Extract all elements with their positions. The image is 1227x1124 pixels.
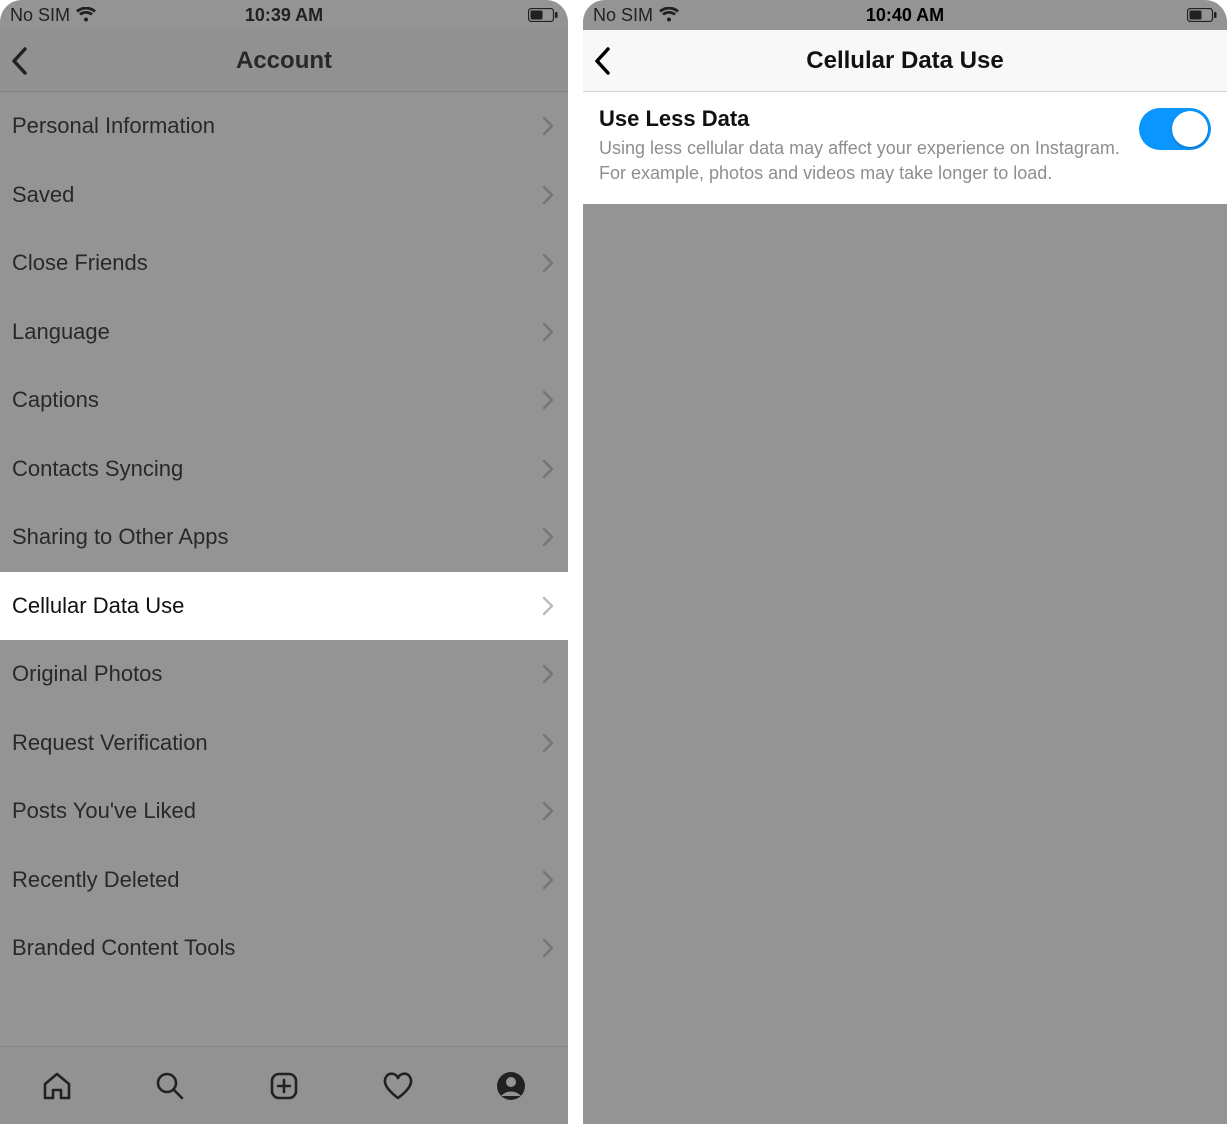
tab-activity-icon[interactable] — [380, 1068, 416, 1104]
tab-home-icon[interactable] — [39, 1068, 75, 1104]
chevron-right-icon — [542, 801, 554, 821]
tab-search-icon[interactable] — [152, 1068, 188, 1104]
wifi-icon — [659, 7, 679, 23]
carrier-label: No SIM — [10, 5, 70, 26]
row-label: Close Friends — [12, 250, 148, 276]
row-label: Contacts Syncing — [12, 456, 183, 482]
chevron-right-icon — [542, 459, 554, 479]
chevron-right-icon — [542, 596, 554, 616]
tab-profile-icon[interactable] — [493, 1068, 529, 1104]
battery-icon — [1187, 8, 1217, 22]
setting-description: Using less cellular data may affect your… — [599, 136, 1123, 186]
row-label: Captions — [12, 387, 99, 413]
wifi-icon — [76, 7, 96, 23]
row-label: Sharing to Other Apps — [12, 524, 228, 550]
chevron-right-icon — [542, 664, 554, 684]
settings-row-sharing-to-other-apps[interactable]: Sharing to Other Apps — [0, 503, 568, 572]
tab-bar — [0, 1046, 568, 1124]
chevron-right-icon — [542, 870, 554, 890]
settings-list[interactable]: Personal Information Saved Close Friends La… — [0, 92, 568, 1046]
chevron-right-icon — [542, 253, 554, 273]
status-bar: No SIM 10:39 AM — [0, 0, 568, 30]
clock-label: 10:40 AM — [866, 5, 944, 26]
settings-row-saved[interactable]: Saved — [0, 161, 568, 230]
row-label: Cellular Data Use — [12, 593, 184, 619]
settings-row-request-verification[interactable]: Request Verification — [0, 709, 568, 778]
row-label: Personal Information — [12, 113, 215, 139]
back-button[interactable] — [10, 46, 28, 76]
row-label: Original Photos — [12, 661, 162, 687]
settings-row-captions[interactable]: Captions — [0, 366, 568, 435]
settings-row-branded-content-tools[interactable]: Branded Content Tools — [0, 914, 568, 983]
settings-row-language[interactable]: Language — [0, 298, 568, 367]
phone-account-screen: No SIM 10:39 AM Account Personal Informa… — [0, 0, 568, 1124]
phone-cellular-screen: No SIM 10:40 AM Cellular Data Use Use Le… — [583, 0, 1227, 1124]
setting-title: Use Less Data — [599, 106, 1123, 132]
status-bar: No SIM 10:40 AM — [583, 0, 1227, 30]
settings-row-close-friends[interactable]: Close Friends — [0, 229, 568, 298]
chevron-right-icon — [542, 390, 554, 410]
settings-row-posts-you-ve-liked[interactable]: Posts You've Liked — [0, 777, 568, 846]
settings-row-cellular-data-use[interactable]: Cellular Data Use — [0, 572, 568, 641]
row-label: Posts You've Liked — [12, 798, 196, 824]
chevron-right-icon — [542, 527, 554, 547]
settings-row-personal-information[interactable]: Personal Information — [0, 92, 568, 161]
chevron-right-icon — [542, 116, 554, 136]
chevron-right-icon — [542, 322, 554, 342]
settings-row-contacts-syncing[interactable]: Contacts Syncing — [0, 435, 568, 504]
row-label: Recently Deleted — [12, 867, 180, 893]
row-label: Branded Content Tools — [12, 935, 235, 961]
nav-bar: Account — [0, 30, 568, 92]
tab-create-icon[interactable] — [266, 1068, 302, 1104]
battery-icon — [528, 8, 558, 22]
clock-label: 10:39 AM — [245, 5, 323, 26]
settings-row-original-photos[interactable]: Original Photos — [0, 640, 568, 709]
row-label: Language — [12, 319, 110, 345]
chevron-right-icon — [542, 733, 554, 753]
nav-title: Cellular Data Use — [806, 47, 1003, 75]
nav-bar: Cellular Data Use — [583, 30, 1227, 92]
use-less-data-row[interactable]: Use Less Data Using less cellular data m… — [583, 92, 1227, 204]
chevron-right-icon — [542, 185, 554, 205]
row-label: Saved — [12, 182, 74, 208]
back-button[interactable] — [593, 46, 611, 76]
carrier-label: No SIM — [593, 5, 653, 26]
settings-row-recently-deleted[interactable]: Recently Deleted — [0, 846, 568, 915]
use-less-data-toggle[interactable] — [1139, 108, 1211, 150]
chevron-right-icon — [542, 938, 554, 958]
row-label: Request Verification — [12, 730, 208, 756]
nav-title: Account — [236, 47, 332, 75]
